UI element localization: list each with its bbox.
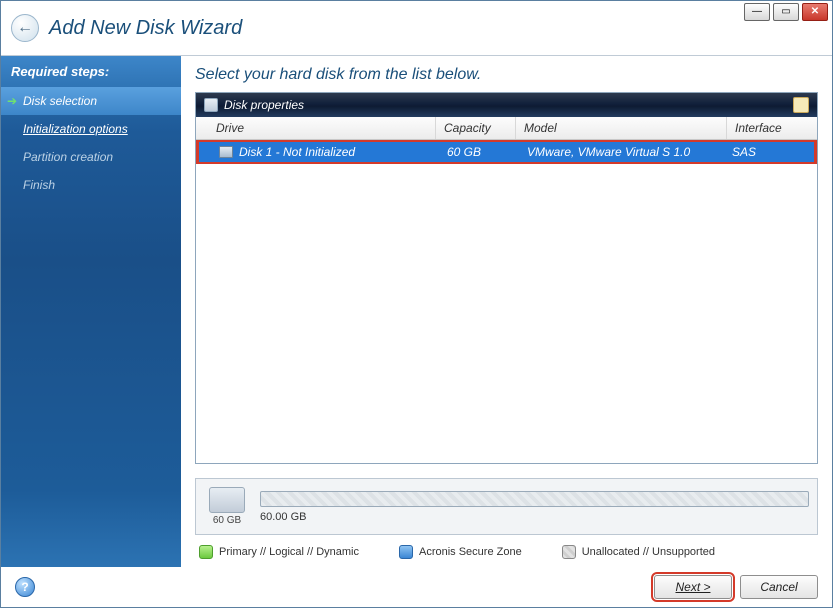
hard-disk-icon bbox=[209, 487, 245, 513]
disk-icon bbox=[204, 98, 218, 112]
disk-row-selected[interactable]: Disk 1 - Not Initialized 60 GB VMware, V… bbox=[196, 140, 817, 164]
legend-primary: Primary // Logical // Dynamic bbox=[199, 545, 359, 559]
step-initialization-options[interactable]: Initialization options bbox=[1, 115, 181, 143]
cell-capacity: 60 GB bbox=[439, 142, 519, 162]
legend-swatch-blue bbox=[399, 545, 413, 559]
panel-title-text: Disk properties bbox=[224, 98, 304, 112]
steps-sidebar: Required steps: Disk selection Initializ… bbox=[1, 56, 181, 567]
disk-map: 60 GB 60.00 GB bbox=[195, 478, 818, 535]
step-label: Partition creation bbox=[23, 150, 113, 164]
wizard-title: Add New Disk Wizard bbox=[49, 17, 242, 40]
disk-list-body bbox=[196, 164, 817, 463]
disk-thumb[interactable]: 60 GB bbox=[204, 487, 250, 526]
legend-unallocated: Unallocated // Unsupported bbox=[562, 545, 715, 559]
step-label: Finish bbox=[23, 178, 55, 192]
legend-swatch-grey bbox=[562, 545, 576, 559]
window-minimize-button[interactable]: — bbox=[744, 3, 770, 21]
panel-action-icon[interactable] bbox=[793, 97, 809, 113]
panel-title-bar: Disk properties bbox=[196, 93, 817, 117]
disk-thumb-label: 60 GB bbox=[204, 515, 250, 526]
window-close-button[interactable]: ✕ bbox=[802, 3, 828, 21]
content-heading: Select your hard disk from the list belo… bbox=[195, 66, 818, 84]
col-header-model[interactable]: Model bbox=[516, 117, 727, 139]
arrow-left-icon: ← bbox=[17, 19, 33, 37]
step-partition-creation: Partition creation bbox=[1, 143, 181, 171]
back-button[interactable]: ← bbox=[11, 14, 39, 42]
step-disk-selection[interactable]: Disk selection bbox=[1, 87, 181, 115]
disk-map-track[interactable] bbox=[260, 491, 809, 507]
legend-swatch-green bbox=[199, 545, 213, 559]
footer: ? Next > Cancel bbox=[1, 567, 832, 607]
disk-map-label: 60.00 GB bbox=[260, 511, 809, 523]
column-headers: Drive Capacity Model Interface bbox=[196, 117, 817, 140]
legend: Primary // Logical // Dynamic Acronis Se… bbox=[195, 535, 818, 559]
window-maximize-button[interactable]: ▭ bbox=[773, 3, 799, 21]
legend-primary-label: Primary // Logical // Dynamic bbox=[219, 546, 359, 558]
col-header-capacity[interactable]: Capacity bbox=[436, 117, 516, 139]
legend-secure-label: Acronis Secure Zone bbox=[419, 546, 522, 558]
step-finish: Finish bbox=[1, 171, 181, 199]
col-header-interface[interactable]: Interface bbox=[727, 117, 817, 139]
step-label: Disk selection bbox=[23, 94, 97, 108]
legend-secure-zone: Acronis Secure Zone bbox=[399, 545, 522, 559]
cancel-button[interactable]: Cancel bbox=[740, 575, 818, 599]
title-bar: ← Add New Disk Wizard bbox=[1, 1, 832, 56]
sidebar-header: Required steps: bbox=[1, 56, 181, 87]
disk-properties-panel: Disk properties Drive Capacity Model Int… bbox=[195, 92, 818, 464]
legend-unalloc-label: Unallocated // Unsupported bbox=[582, 546, 715, 558]
drive-icon bbox=[219, 146, 233, 158]
help-button[interactable]: ? bbox=[15, 577, 35, 597]
col-header-drive[interactable]: Drive bbox=[196, 117, 436, 139]
cell-model: VMware, VMware Virtual S 1.0 bbox=[519, 142, 724, 162]
cell-interface: SAS bbox=[724, 142, 814, 162]
next-button[interactable]: Next > bbox=[654, 575, 732, 599]
step-label: Initialization options bbox=[23, 122, 128, 136]
cell-drive: Disk 1 - Not Initialized bbox=[239, 145, 355, 159]
